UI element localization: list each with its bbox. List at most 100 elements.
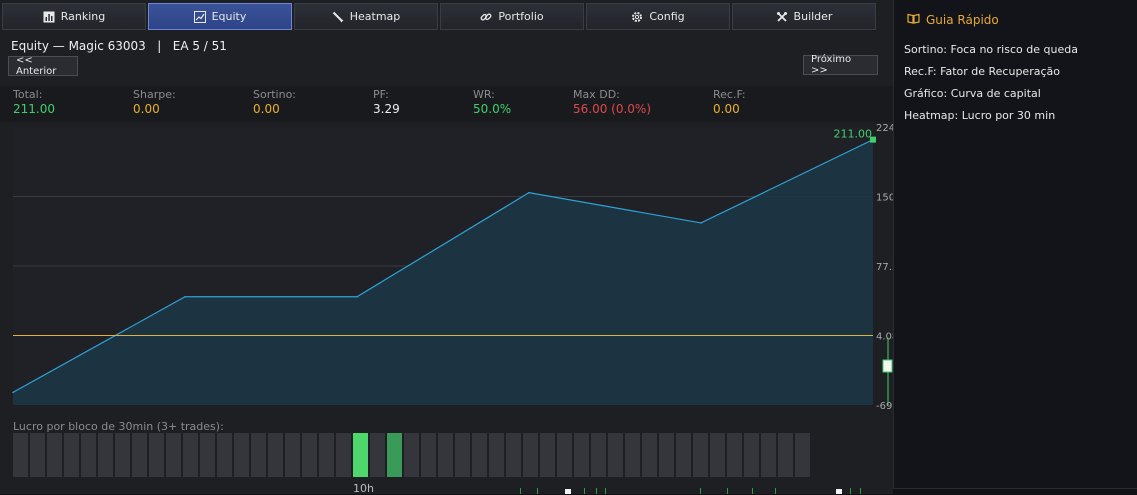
heatmap-cell [659, 433, 674, 477]
heatmap-cell [744, 433, 759, 477]
tick-mark [584, 488, 585, 494]
heatmap-row [13, 433, 810, 477]
heatmap-cell [200, 433, 215, 477]
heatmap-cell [13, 433, 28, 477]
heatmap-cell [608, 433, 623, 477]
heatmap-cell [132, 433, 147, 477]
heatmap-cell [115, 433, 130, 477]
heatmap-cell [47, 433, 62, 477]
last-value-label: 211.00 [834, 128, 873, 141]
stat-label: Rec.F: [713, 88, 746, 101]
tick-mark [565, 489, 571, 494]
heatmap-cell [149, 433, 164, 477]
tab-config[interactable]: Config [586, 3, 730, 30]
heatmap-cell [710, 433, 725, 477]
stats-bar: Total: 211.00 Sharpe: 0.00 Sortino: 0.00… [0, 86, 893, 122]
tab-label: Builder [793, 10, 833, 23]
stat-sortino: Sortino: 0.00 [253, 89, 296, 117]
stat-total: Total: 211.00 [13, 89, 55, 117]
heatmap-cell [795, 433, 810, 477]
stat-label: WR: [473, 88, 495, 101]
quick-guide-panel: Guia Rápido Sortino: Foca no risco de qu… [893, 0, 1137, 489]
heatmap-cell [557, 433, 572, 477]
tick-mark [752, 488, 753, 494]
heatmap-cell [591, 433, 606, 477]
main-panel: Ranking Equity Heatmap Portfolio Config [0, 0, 893, 495]
equity-point [356, 295, 358, 298]
heatmap-cell [336, 433, 351, 477]
tools-icon [776, 11, 788, 23]
tab-equity[interactable]: Equity [148, 3, 292, 30]
bar-chart-icon [43, 11, 55, 23]
y-tick-label: 150.92 [876, 193, 893, 204]
heatmap-cell [370, 433, 385, 477]
heatmap-cell [353, 433, 368, 477]
guide-item: Rec.F: Fator de Recuperação [904, 65, 1060, 78]
equity-chart: 224.35 150.92 77.50 4.08 -69.35 211.00 [12, 123, 893, 412]
next-button[interactable]: Próximo >> [803, 54, 878, 76]
heatmap-label: Lucro por bloco de 30min (3+ trades): [13, 420, 224, 433]
pen-icon [332, 11, 344, 23]
stat-label: Max DD: [573, 88, 620, 101]
equity-point [700, 222, 702, 224]
equity-point [184, 295, 186, 298]
heatmap-cell [761, 433, 776, 477]
stat-value: 211.00 [13, 102, 55, 116]
link-icon [480, 11, 492, 23]
heatmap-cell [642, 433, 657, 477]
heatmap-cell [217, 433, 232, 477]
equity-point [528, 191, 530, 194]
quick-guide-title-text: Guia Rápido [926, 13, 999, 27]
heatmap-cell [81, 433, 96, 477]
heatmap-cell [302, 433, 317, 477]
heatmap-cell [472, 433, 487, 477]
y-tick-label: -69.35 [876, 401, 893, 412]
heatmap-cell [540, 433, 555, 477]
heatmap-cell [404, 433, 419, 477]
guide-item: Gráfico: Curva de capital [904, 87, 1041, 100]
tab-portfolio[interactable]: Portfolio [440, 3, 584, 30]
stat-value: 3.29 [373, 102, 400, 116]
tab-label: Equity [211, 10, 247, 23]
y-tick-label: 4.08 [876, 331, 893, 342]
stat-sharpe: Sharpe: 0.00 [133, 89, 176, 117]
stat-label: Total: [13, 88, 43, 101]
heatmap-cell [387, 433, 402, 477]
tick-mark [596, 488, 597, 494]
heatmap-cell [234, 433, 249, 477]
heatmap-cell [676, 433, 691, 477]
heatmap-cell [625, 433, 640, 477]
y-tick-label: 77.50 [876, 262, 893, 273]
stat-value: 0.00 [133, 102, 160, 116]
tab-ranking[interactable]: Ranking [2, 3, 146, 30]
heatmap-cell [268, 433, 283, 477]
stat-value: 50.0% [473, 102, 512, 116]
line-chart-icon [193, 10, 206, 23]
quick-guide-title: Guia Rápido [907, 13, 999, 27]
stat-wr: WR: 50.0% [473, 89, 511, 117]
tab-builder[interactable]: Builder [732, 3, 876, 30]
gear-icon [631, 11, 643, 23]
stat-label: PF: [373, 88, 389, 101]
previous-button[interactable]: << Anterior [8, 55, 78, 77]
heatmap-cell [285, 433, 300, 477]
heatmap-cell [319, 433, 334, 477]
tab-heatmap[interactable]: Heatmap [294, 3, 438, 30]
tab-label: Ranking [60, 10, 106, 23]
stat-value: 0.00 [713, 102, 740, 116]
tab-bar: Ranking Equity Heatmap Portfolio Config [2, 3, 878, 31]
heatmap-cell [30, 433, 45, 477]
stat-pf: PF: 3.29 [373, 89, 400, 117]
tick-mark [850, 488, 851, 494]
heatmap-cell [574, 433, 589, 477]
heatmap-cell [727, 433, 742, 477]
tick-mark [775, 488, 776, 494]
tick-mark [605, 488, 606, 494]
tab-label: Portfolio [498, 10, 544, 23]
tick-mark [520, 488, 521, 494]
heatmap-cell [64, 433, 79, 477]
guide-item: Heatmap: Lucro por 30 min [904, 109, 1056, 122]
heatmap-cell [523, 433, 538, 477]
equity-point [12, 391, 14, 394]
heatmap-cell [506, 433, 521, 477]
